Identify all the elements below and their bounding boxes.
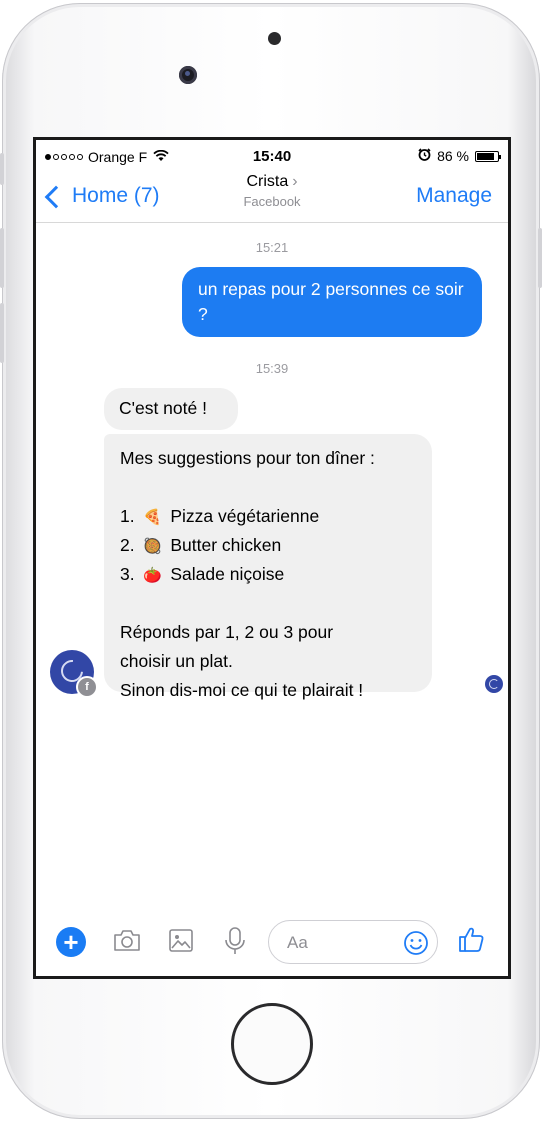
screen: Orange F 15:40 86 % Home (7) Crista › Fac… xyxy=(33,137,511,979)
home-button[interactable] xyxy=(231,1003,313,1085)
volume-up-button xyxy=(0,228,4,288)
suggestion-item: 1. 🍕 Pizza végétarienne xyxy=(120,502,416,531)
emoji-icon[interactable] xyxy=(403,930,429,961)
manage-button[interactable]: Manage xyxy=(416,184,492,208)
suggestion-number: 3. xyxy=(120,564,135,584)
alarm-icon xyxy=(418,148,431,164)
suggestion-number: 2. xyxy=(120,535,135,555)
suggestion-label: Butter chicken xyxy=(170,535,282,555)
suggestion-item: 3. 🍅 Salade niçoise xyxy=(120,560,416,589)
avatar[interactable]: f xyxy=(50,650,98,698)
battery-icon xyxy=(475,150,501,162)
status-right: 86 % xyxy=(418,148,501,164)
pizza-icon: 🍕 xyxy=(143,509,162,526)
speaker xyxy=(268,32,281,45)
image-icon[interactable] xyxy=(167,925,195,960)
suggestions-intro: Mes suggestions pour ton dîner : xyxy=(120,448,375,468)
suggestion-label: Pizza végétarienne xyxy=(170,506,320,526)
power-button xyxy=(538,228,542,288)
message-input-placeholder: Aa xyxy=(287,933,308,952)
status-bar: Orange F 15:40 86 % xyxy=(36,140,508,176)
suggestions-footer: Réponds par 1, 2 ou 3 pour xyxy=(120,622,334,642)
suggestion-label: Salade niçoise xyxy=(170,564,285,584)
contact-name: Crista xyxy=(246,173,289,190)
incoming-message-suggestions[interactable]: Mes suggestions pour ton dîner : 1. 🍕 Pi… xyxy=(104,434,432,700)
thumbs-up-icon[interactable] xyxy=(456,924,486,959)
volume-down-button xyxy=(0,303,4,363)
facebook-badge-icon: f xyxy=(76,676,98,698)
suggestions-footer: choisir un plat. xyxy=(120,651,233,671)
chevron-right-icon: › xyxy=(292,173,298,190)
microphone-icon[interactable] xyxy=(222,925,248,962)
curry-bowl-icon: 🥘 xyxy=(143,538,162,555)
composer-bar: + Aa xyxy=(36,910,508,976)
suggestion-item: 2. 🥘 Butter chicken xyxy=(120,531,416,560)
camera-icon[interactable] xyxy=(112,925,142,960)
front-camera xyxy=(179,66,197,84)
battery-percent: 86 % xyxy=(437,148,469,164)
outgoing-message[interactable]: un repas pour 2 personnes ce soir ? xyxy=(182,267,482,337)
message-timestamp: 15:21 xyxy=(255,240,289,255)
tomato-icon: 🍅 xyxy=(143,567,162,584)
message-timestamp: 15:39 xyxy=(255,361,289,376)
plus-icon[interactable]: + xyxy=(56,927,86,957)
navigation-bar: Home (7) Crista › Facebook Manage xyxy=(36,173,508,223)
message-input[interactable]: Aa xyxy=(268,920,438,964)
suggestion-number: 1. xyxy=(120,506,135,526)
incoming-message[interactable]: C'est noté ! xyxy=(104,388,238,430)
mute-switch xyxy=(0,153,4,185)
suggestions-footer: Sinon dis-moi ce qui te plairait ! xyxy=(120,680,364,700)
read-receipt-icon xyxy=(485,675,503,693)
